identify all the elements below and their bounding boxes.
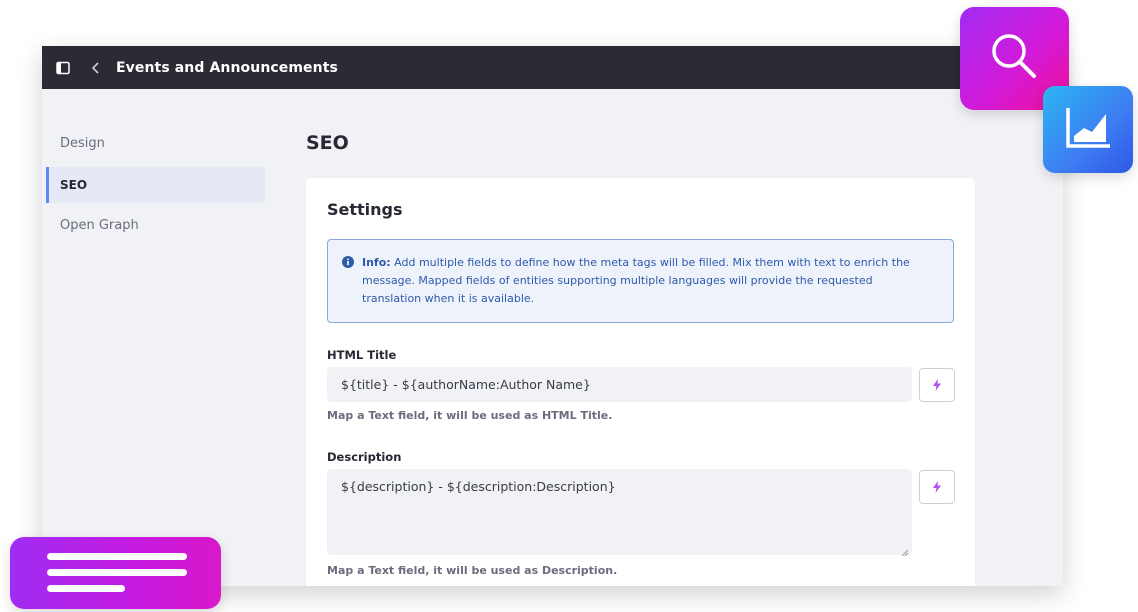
card-title: Settings — [327, 200, 403, 219]
html-title-input[interactable]: ${title} - ${authorName:Author Name} — [327, 367, 912, 402]
info-label: Info: — [362, 256, 391, 269]
html-title-label: HTML Title — [327, 348, 397, 362]
html-title-help: Map a Text field, it will be used as HTM… — [327, 409, 613, 422]
bolt-icon — [932, 376, 942, 395]
chevron-left-icon[interactable] — [90, 61, 102, 75]
sidebar-item-label: Open Graph — [60, 217, 139, 233]
map-description-button[interactable] — [919, 470, 955, 504]
info-text: Add multiple fields to define how the me… — [362, 256, 910, 305]
description-value: ${description} - ${description:Descripti… — [341, 479, 616, 494]
document-tile — [10, 537, 221, 609]
bolt-icon — [932, 478, 942, 497]
search-icon — [987, 29, 1043, 89]
panel-icon[interactable] — [56, 61, 70, 75]
chart-tile — [1043, 86, 1133, 173]
area-chart-icon — [1064, 106, 1112, 154]
resize-handle-icon[interactable] — [901, 544, 909, 557]
map-html-title-button[interactable] — [919, 368, 955, 402]
sidebar-item-label: Design — [60, 135, 105, 151]
description-label: Description — [327, 450, 402, 464]
sidebar-item-label: SEO — [60, 178, 88, 192]
sidebar-item-open-graph[interactable]: Open Graph — [46, 207, 265, 243]
section-title: SEO — [306, 132, 349, 154]
app-window: Events and Announcements Design SEO Open… — [42, 46, 1063, 586]
info-alert: Info: Add multiple fields to define how … — [327, 239, 954, 323]
sidebar-item-seo[interactable]: SEO — [46, 167, 265, 203]
page-title: Events and Announcements — [116, 59, 338, 76]
settings-card: Settings Info: Add multiple fields to de… — [306, 178, 975, 586]
description-textarea[interactable]: ${description} - ${description:Descripti… — [327, 469, 912, 557]
description-help: Map a Text field, it will be used as Des… — [327, 564, 618, 577]
info-icon — [342, 256, 354, 268]
sidebar-item-design[interactable]: Design — [46, 125, 265, 161]
top-bar: Events and Announcements — [42, 46, 1063, 89]
html-title-value: ${title} - ${authorName:Author Name} — [341, 377, 591, 392]
